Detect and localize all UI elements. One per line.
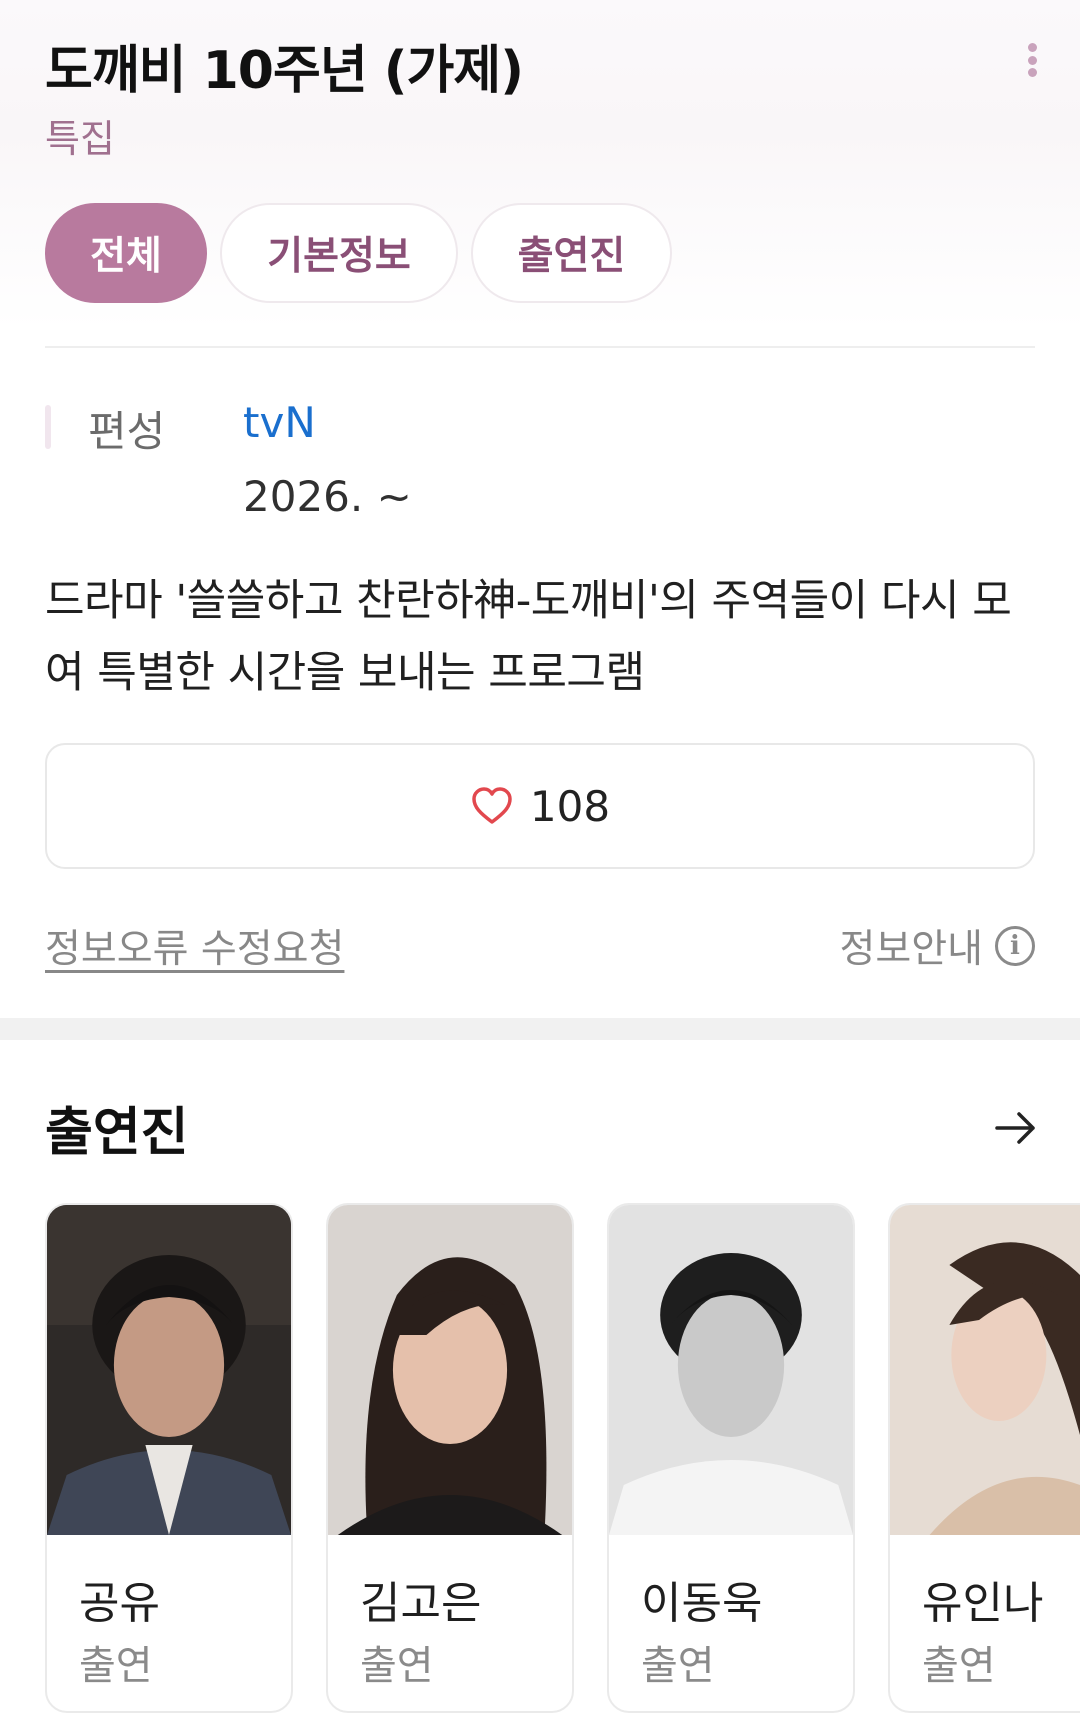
like-count: 108 bbox=[529, 781, 611, 831]
section-separator bbox=[0, 1018, 1080, 1040]
more-options-button[interactable] bbox=[1010, 35, 1054, 85]
more-dot-icon bbox=[1027, 55, 1037, 65]
program-description: 드라마 '쓸쓸하고 찬란하神-도깨비'의 주역들이 다시 모여 특별한 시간을 … bbox=[45, 576, 1012, 698]
cast-role: 출연 bbox=[360, 1643, 434, 1689]
cast-photo bbox=[890, 1205, 1080, 1535]
cast-role: 출연 bbox=[79, 1643, 153, 1689]
cast-card[interactable]: 유인나 출연 bbox=[888, 1203, 1080, 1713]
more-dot-icon bbox=[1027, 43, 1037, 52]
cast-card[interactable]: 김고은 출연 bbox=[326, 1203, 574, 1713]
info-guide-label: 정보안내 bbox=[839, 927, 983, 972]
info-label: 편성 bbox=[88, 407, 166, 456]
air-date: 2026. ~ bbox=[243, 472, 412, 521]
info-marker bbox=[45, 405, 51, 449]
more-dot-icon bbox=[1027, 68, 1037, 77]
cast-name: 공유 bbox=[79, 1578, 160, 1629]
page-title: 도깨비 10주년 (가제) bbox=[45, 41, 524, 101]
page-subtitle: 특집 bbox=[45, 117, 115, 161]
cast-card[interactable]: 이동욱 출연 bbox=[607, 1203, 855, 1713]
info-guide-link[interactable]: 정보안내 i bbox=[839, 918, 1035, 974]
arrow-right-icon[interactable] bbox=[993, 1105, 1039, 1151]
tab-cast[interactable]: 출연진 bbox=[471, 203, 672, 303]
divider bbox=[45, 346, 1035, 348]
like-button[interactable]: 108 bbox=[45, 743, 1035, 869]
cast-name: 김고은 bbox=[360, 1578, 482, 1629]
network-link[interactable]: tvN bbox=[243, 398, 316, 447]
cast-role: 출연 bbox=[922, 1643, 996, 1689]
cast-photo bbox=[328, 1205, 572, 1535]
cast-photo bbox=[609, 1205, 853, 1535]
cast-name: 유인나 bbox=[922, 1578, 1044, 1629]
cast-card[interactable]: 공유 출연 bbox=[45, 1203, 293, 1713]
header: 도깨비 10주년 (가제) 특집 전체 기본정보 출연진 bbox=[0, 0, 1080, 330]
cast-section-title: 출연진 bbox=[45, 1103, 189, 1163]
heart-icon bbox=[472, 787, 512, 824]
tab-all[interactable]: 전체 bbox=[45, 203, 207, 303]
cast-photo bbox=[47, 1205, 291, 1535]
cast-role: 출연 bbox=[641, 1643, 715, 1689]
tab-basic-info[interactable]: 기본정보 bbox=[220, 203, 458, 303]
info-icon: i bbox=[995, 926, 1035, 966]
report-error-link[interactable]: 정보오류 수정요청 bbox=[45, 918, 344, 974]
cast-name: 이동욱 bbox=[641, 1578, 763, 1629]
